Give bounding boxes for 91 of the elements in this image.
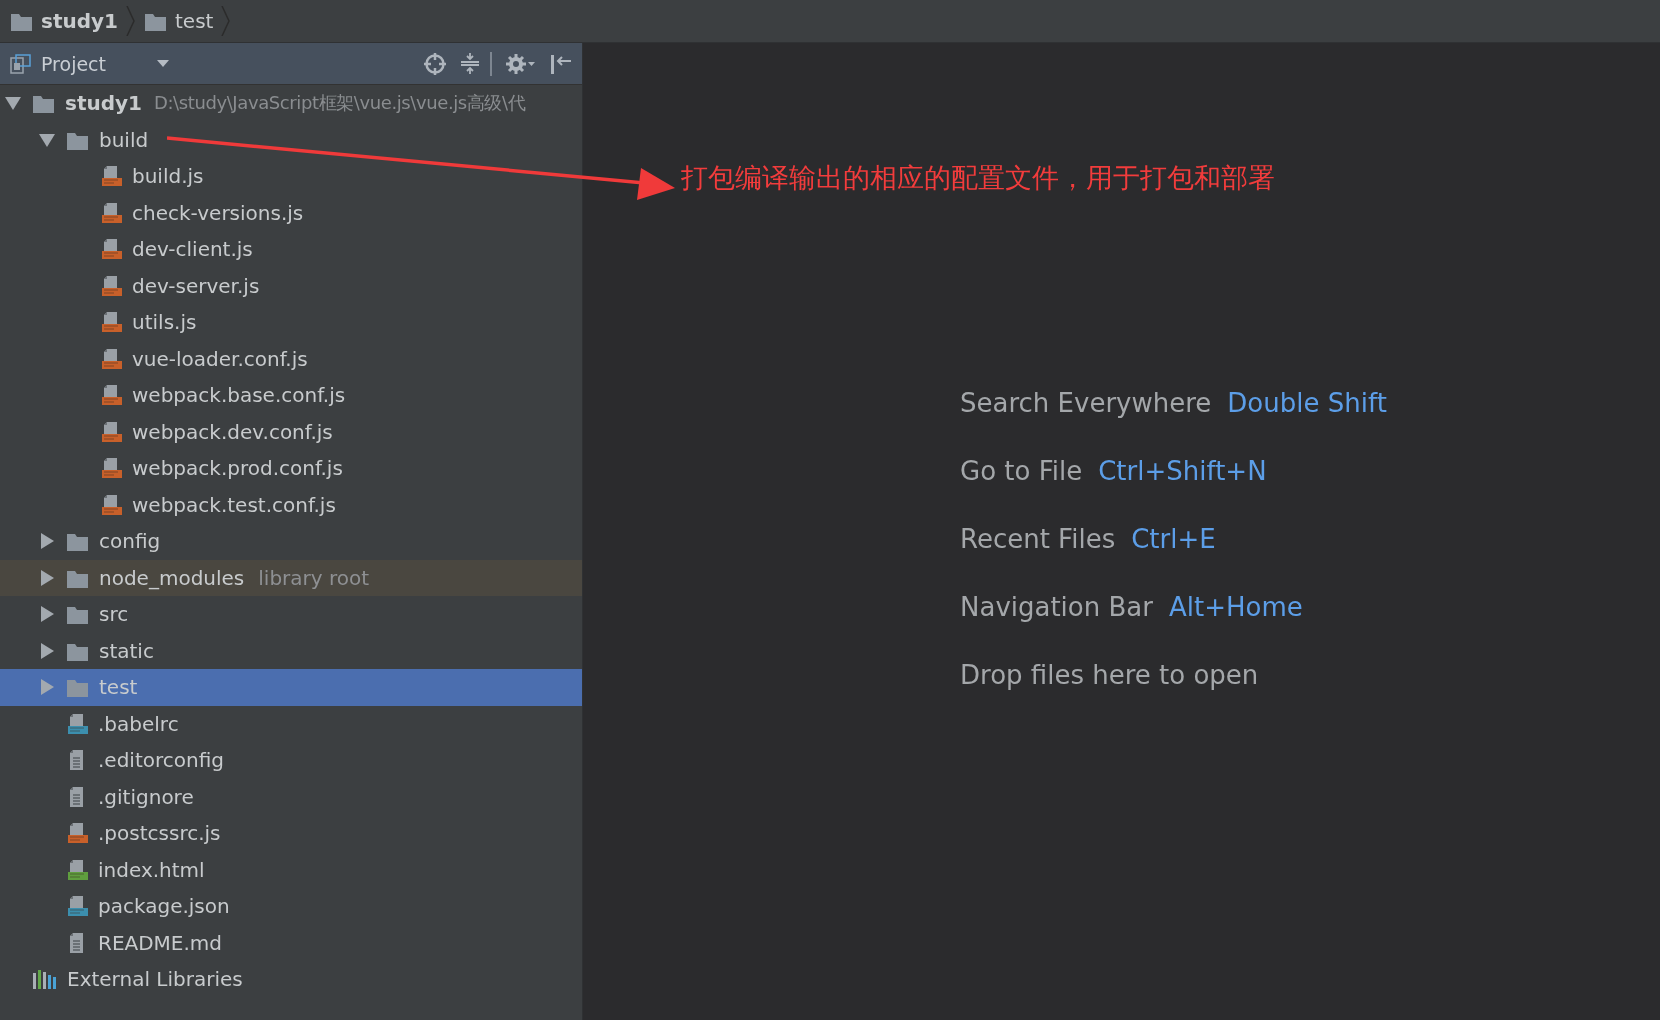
item-name: .gitignore bbox=[98, 784, 194, 809]
json-file-icon bbox=[66, 895, 88, 918]
js-file-icon bbox=[100, 165, 122, 188]
locate-icon bbox=[424, 52, 446, 75]
tree-item[interactable]: webpack.test.conf.js bbox=[0, 486, 582, 523]
json-file-icon bbox=[66, 712, 88, 735]
item-name: dev-server.js bbox=[132, 273, 260, 298]
tree-item[interactable]: index.html bbox=[0, 851, 582, 888]
hint-text: Navigation Bar bbox=[960, 591, 1153, 624]
tree-item[interactable]: dev-client.js bbox=[0, 231, 582, 268]
js-file-icon bbox=[100, 201, 122, 224]
hint-text: Search Everywhere bbox=[960, 387, 1212, 420]
item-name: utils.js bbox=[132, 310, 197, 335]
tree-item[interactable]: package.json bbox=[0, 888, 582, 925]
hide-panel-icon bbox=[550, 52, 572, 75]
hint-text: Go to File bbox=[960, 455, 1083, 488]
item-name: dev-client.js bbox=[132, 237, 253, 262]
tree-item[interactable]: .postcssrc.js bbox=[0, 815, 582, 852]
item-name: test bbox=[99, 675, 138, 700]
hint-text: Drop files here to open bbox=[960, 659, 1259, 692]
item-name: check-versions.js bbox=[132, 200, 304, 225]
breadcrumb-item[interactable]: test bbox=[175, 9, 214, 33]
tree-item[interactable]: .gitignore bbox=[0, 778, 582, 815]
tree-item[interactable]: static bbox=[0, 632, 582, 669]
library-root-label: library root bbox=[258, 565, 370, 590]
item-name: study1 bbox=[65, 91, 142, 116]
item-name: .editorconfig bbox=[98, 748, 224, 773]
folder-icon bbox=[144, 11, 167, 31]
tree-item[interactable]: .editorconfig bbox=[0, 742, 582, 779]
item-name: webpack.dev.conf.js bbox=[132, 419, 333, 444]
js-file-icon bbox=[100, 311, 122, 334]
html-file-icon bbox=[66, 858, 88, 881]
item-name: build.js bbox=[132, 164, 204, 189]
tree-item[interactable]: utils.js bbox=[0, 304, 582, 341]
js-file-icon bbox=[100, 384, 122, 407]
folder-icon bbox=[32, 93, 55, 114]
item-name: index.html bbox=[98, 857, 205, 882]
js-file-icon bbox=[100, 238, 122, 261]
item-name: webpack.prod.conf.js bbox=[132, 456, 343, 481]
tree-item[interactable]: check-versions.js bbox=[0, 194, 582, 231]
folder-icon bbox=[10, 11, 33, 31]
shortcut-text: Ctrl+E bbox=[1131, 523, 1216, 556]
gear-icon bbox=[506, 52, 536, 75]
tree-item[interactable]: src bbox=[0, 596, 582, 633]
item-name: src bbox=[99, 602, 129, 627]
shortcut-text: Ctrl+Shift+N bbox=[1098, 455, 1267, 488]
panel-title[interactable]: Project bbox=[41, 52, 106, 75]
tree-item[interactable]: dev-server.js bbox=[0, 267, 582, 304]
tree-item[interactable]: README.md bbox=[0, 924, 582, 961]
item-name: node_modules bbox=[99, 565, 245, 590]
breadcrumb-item[interactable]: study1 bbox=[41, 9, 118, 33]
tree-item[interactable]: webpack.base.conf.js bbox=[0, 377, 582, 414]
hint-text: Recent Files bbox=[960, 523, 1116, 556]
item-name: webpack.test.conf.js bbox=[132, 492, 336, 517]
collapse-all-icon bbox=[460, 52, 480, 75]
project-view-icon bbox=[10, 53, 31, 74]
item-name: External Libraries bbox=[67, 967, 243, 992]
item-name: .babelrc bbox=[98, 711, 179, 736]
item-name: webpack.base.conf.js bbox=[132, 383, 346, 408]
folder-icon bbox=[66, 677, 89, 698]
annotation-text: 打包编译输出的相应的配置文件，用于打包和部署 bbox=[681, 161, 1275, 195]
item-name: config bbox=[99, 529, 161, 554]
js-file-icon bbox=[100, 420, 122, 443]
tree-item[interactable]: External Libraries bbox=[0, 961, 582, 998]
js-file-icon bbox=[100, 457, 122, 480]
tree-item[interactable]: node_modules library root bbox=[0, 559, 582, 596]
item-name: README.md bbox=[98, 930, 223, 955]
libraries-icon bbox=[32, 968, 57, 990]
item-name: .postcssrc.js bbox=[98, 821, 221, 846]
project-path: D:\study\JavaScript框架\vue.js\vue.js高级\代 bbox=[154, 91, 526, 116]
tree-item[interactable]: study1 D:\study\JavaScript框架\vue.js\vue.js高级\代 bbox=[0, 85, 582, 122]
js-file-icon bbox=[66, 822, 88, 845]
folder-icon bbox=[66, 604, 89, 625]
tree-item[interactable]: config bbox=[0, 523, 582, 560]
js-file-icon bbox=[100, 493, 122, 516]
shortcut-text: Double Shift bbox=[1227, 387, 1387, 420]
tree-item[interactable]: webpack.dev.conf.js bbox=[0, 413, 582, 450]
dropdown-caret-icon bbox=[156, 59, 170, 68]
tree-item[interactable]: build bbox=[0, 121, 582, 158]
item-name: static bbox=[99, 638, 154, 663]
tree-item[interactable]: vue-loader.conf.js bbox=[0, 340, 582, 377]
item-name: vue-loader.conf.js bbox=[132, 346, 308, 371]
tree-item[interactable]: .babelrc bbox=[0, 705, 582, 742]
tree-item[interactable]: build.js bbox=[0, 158, 582, 195]
shortcut-text: Alt+Home bbox=[1168, 591, 1303, 624]
js-file-icon bbox=[100, 347, 122, 370]
folder-icon bbox=[66, 531, 89, 552]
item-name: package.json bbox=[98, 894, 230, 919]
item-name: build bbox=[99, 127, 149, 152]
js-file-icon bbox=[100, 274, 122, 297]
tree-item[interactable]: webpack.prod.conf.js bbox=[0, 450, 582, 487]
